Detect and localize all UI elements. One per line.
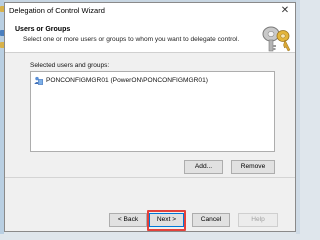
title-bar: Delegation of Control Wizard ✕ <box>5 3 295 20</box>
page-title: Users or Groups <box>15 26 71 33</box>
remove-button[interactable]: Remove <box>231 160 275 174</box>
window-title: Delegation of Control Wizard <box>9 6 105 15</box>
page-subtitle: Select one or more users or groups to wh… <box>23 36 240 43</box>
delegation-wizard-dialog: Delegation of Control Wizard ✕ Users or … <box>4 2 296 232</box>
add-button[interactable]: Add... <box>184 160 223 174</box>
selected-users-label: Selected users and groups: <box>30 62 110 69</box>
list-item[interactable]: PONCONFIGMGR01 (PowerON\PONCONFIGMGR01) <box>34 75 208 85</box>
help-button: Help <box>238 213 278 227</box>
footer-divider <box>5 177 295 178</box>
user-group-icon <box>34 76 43 85</box>
wizard-header: Users or Groups Select one or more users… <box>5 20 295 53</box>
keys-icon <box>262 26 291 52</box>
cancel-button[interactable]: Cancel <box>192 213 230 227</box>
next-button-highlight-box <box>147 210 186 231</box>
back-button[interactable]: < Back <box>109 213 147 227</box>
list-item-label: PONCONFIGMGR01 (PowerON\PONCONFIGMGR01) <box>46 76 208 84</box>
selected-users-list[interactable]: PONCONFIGMGR01 (PowerON\PONCONFIGMGR01) <box>30 71 275 152</box>
background-window-right <box>296 0 300 234</box>
close-icon[interactable]: ✕ <box>279 4 291 17</box>
